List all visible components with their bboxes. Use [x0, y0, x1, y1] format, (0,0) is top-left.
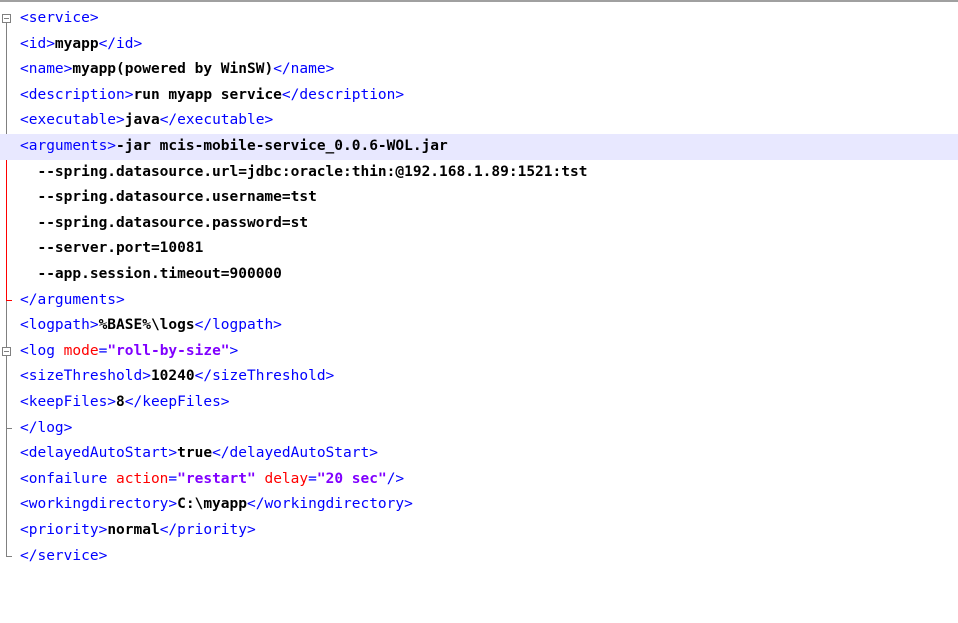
code-line-text: <log mode="roll-by-size">	[20, 339, 238, 365]
code-line-text: <description>run myapp service</descript…	[20, 83, 404, 109]
code-line-text: <id>myapp</id>	[20, 32, 142, 58]
code-line[interactable]: --server.port=10081	[0, 236, 958, 262]
token-tag: </id>	[98, 35, 143, 52]
code-line-text: </log>	[20, 416, 72, 442]
token-tag: </name>	[273, 61, 335, 78]
token-tag: <sizeThreshold>	[20, 368, 151, 385]
token-tag: >	[229, 342, 239, 359]
code-line-text: </service>	[20, 544, 107, 570]
token-tag: </delayedAutoStart>	[212, 445, 378, 462]
code-line-text: --server.port=10081	[20, 236, 203, 262]
token-tag: <priority>	[20, 522, 108, 538]
token-val: "20 sec"	[316, 470, 387, 487]
code-line-text: <service>	[20, 6, 99, 32]
code-line-text: <workingdirectory>C:\myapp</workingdirec…	[20, 492, 413, 518]
code-line[interactable]: <id>myapp</id>	[0, 32, 958, 58]
code-line[interactable]: <logpath>%BASE%\logs</logpath>	[0, 313, 958, 339]
token-tag: <onfailure	[20, 470, 117, 487]
token-tag: <name>	[20, 61, 73, 78]
token-tag: </service>	[20, 547, 108, 564]
token-text: normal	[107, 522, 160, 538]
token-tag: </logpath>	[194, 317, 282, 334]
code-line[interactable]: <name>myapp(powered by WinSW)</name>	[0, 57, 958, 83]
code-line-text: <priority>normal</priority>	[20, 518, 256, 544]
token-tag: </arguments>	[20, 291, 125, 308]
code-line[interactable]: <priority>normal</priority>	[0, 518, 958, 544]
token-text: --spring.datasource.username=tst	[20, 189, 317, 206]
code-line-text: <executable>java</executable>	[20, 108, 273, 134]
code-line-text: <delayedAutoStart>true</delayedAutoStart…	[20, 441, 378, 467]
token-tag: </sizeThreshold>	[194, 368, 335, 385]
code-line[interactable]: <workingdirectory>C:\myapp</workingdirec…	[0, 492, 958, 518]
token-val: "roll-by-size"	[107, 342, 230, 359]
token-text: run myapp service	[133, 86, 282, 103]
token-text: %BASE%\logs	[98, 317, 195, 334]
token-tag: </priority>	[159, 522, 256, 538]
code-line-text: --spring.datasource.password=st	[20, 211, 308, 237]
code-line-text: --app.session.timeout=900000	[20, 262, 282, 288]
code-line-text: </arguments>	[20, 288, 125, 314]
code-line[interactable]: <onfailure action="restart" delay="20 se…	[0, 467, 958, 493]
token-attr: action	[116, 470, 169, 487]
token-text: myapp	[54, 35, 99, 52]
token-eq: =	[98, 342, 108, 359]
token-eq: =	[168, 470, 178, 487]
token-val: "restart"	[177, 470, 256, 487]
code-line[interactable]: <log mode="roll-by-size">	[0, 339, 958, 365]
token-tag: />	[386, 470, 405, 487]
code-line-text: <name>myapp(powered by WinSW)</name>	[20, 57, 334, 83]
code-line[interactable]: <service>	[0, 6, 958, 32]
token-tag: <logpath>	[20, 317, 99, 334]
token-tag: </description>	[281, 86, 405, 103]
token-text: --app.session.timeout=900000	[20, 266, 282, 282]
code-line[interactable]: <arguments>-jar mcis-mobile-service_0.0.…	[0, 134, 958, 160]
token-tag: <workingdirectory>	[20, 496, 178, 513]
code-line-text: <onfailure action="restart" delay="20 se…	[20, 467, 404, 493]
code-line[interactable]: --spring.datasource.url=jdbc:oracle:thin…	[0, 160, 958, 186]
code-line-text: --spring.datasource.username=tst	[20, 185, 317, 211]
token-tag: </log>	[20, 419, 73, 436]
code-line-text: <keepFiles>8</keepFiles>	[20, 390, 230, 416]
code-line[interactable]: </arguments>	[0, 288, 958, 314]
token-tag: <service>	[20, 10, 99, 26]
token-text: C:\myapp	[177, 496, 247, 513]
code-line[interactable]: <delayedAutoStart>true</delayedAutoStart…	[0, 441, 958, 467]
token-attr: delay	[264, 470, 309, 487]
token-tag: <executable>	[20, 112, 125, 129]
token-tag: <delayedAutoStart>	[20, 445, 178, 462]
token-text: -jar mcis-mobile-service_0.0.6-WOL.jar	[116, 138, 448, 154]
code-line[interactable]: --spring.datasource.username=tst	[0, 185, 958, 211]
token-tag: <log	[20, 342, 64, 359]
token-tag: <keepFiles>	[20, 394, 117, 410]
code-line[interactable]: --app.session.timeout=900000	[0, 262, 958, 288]
code-line-text: <arguments>-jar mcis-mobile-service_0.0.…	[20, 134, 448, 160]
token-text: --spring.datasource.url=jdbc:oracle:thin…	[20, 163, 588, 180]
token-tag: </executable>	[159, 112, 274, 129]
token-tag: <description>	[20, 86, 134, 103]
code-line-text: <logpath>%BASE%\logs</logpath>	[20, 313, 282, 339]
code-line[interactable]: <keepFiles>8</keepFiles>	[0, 390, 958, 416]
token-text: true	[177, 445, 213, 462]
token-tag: </workingdirectory>	[246, 496, 413, 513]
token-tag: </keepFiles>	[124, 394, 230, 410]
token-text: 8	[116, 394, 125, 410]
token-text: myapp(powered by WinSW)	[72, 61, 274, 78]
token-text: java	[124, 112, 160, 129]
code-editor[interactable]: <service> <id>myapp</id> <name>myapp(power…	[0, 0, 958, 623]
token-eq: =	[308, 470, 317, 487]
token-text: --server.port=10081	[20, 240, 204, 257]
code-line[interactable]: <description>run myapp service</descript…	[0, 83, 958, 109]
code-line-text: <sizeThreshold>10240</sizeThreshold>	[20, 364, 334, 390]
token-text: --spring.datasource.password=st	[20, 214, 309, 231]
token-attr: mode	[63, 342, 99, 359]
code-line[interactable]: </log>	[0, 416, 958, 442]
code-line[interactable]: </service>	[0, 544, 958, 570]
token-tag: <id>	[20, 35, 55, 52]
token-tag: <arguments>	[20, 138, 117, 154]
code-line[interactable]: <executable>java</executable>	[0, 108, 958, 134]
code-line-text: --spring.datasource.url=jdbc:oracle:thin…	[20, 160, 587, 186]
code-line[interactable]: --spring.datasource.password=st	[0, 211, 958, 237]
code-line[interactable]: <sizeThreshold>10240</sizeThreshold>	[0, 364, 958, 390]
token-text: 10240	[150, 368, 195, 385]
